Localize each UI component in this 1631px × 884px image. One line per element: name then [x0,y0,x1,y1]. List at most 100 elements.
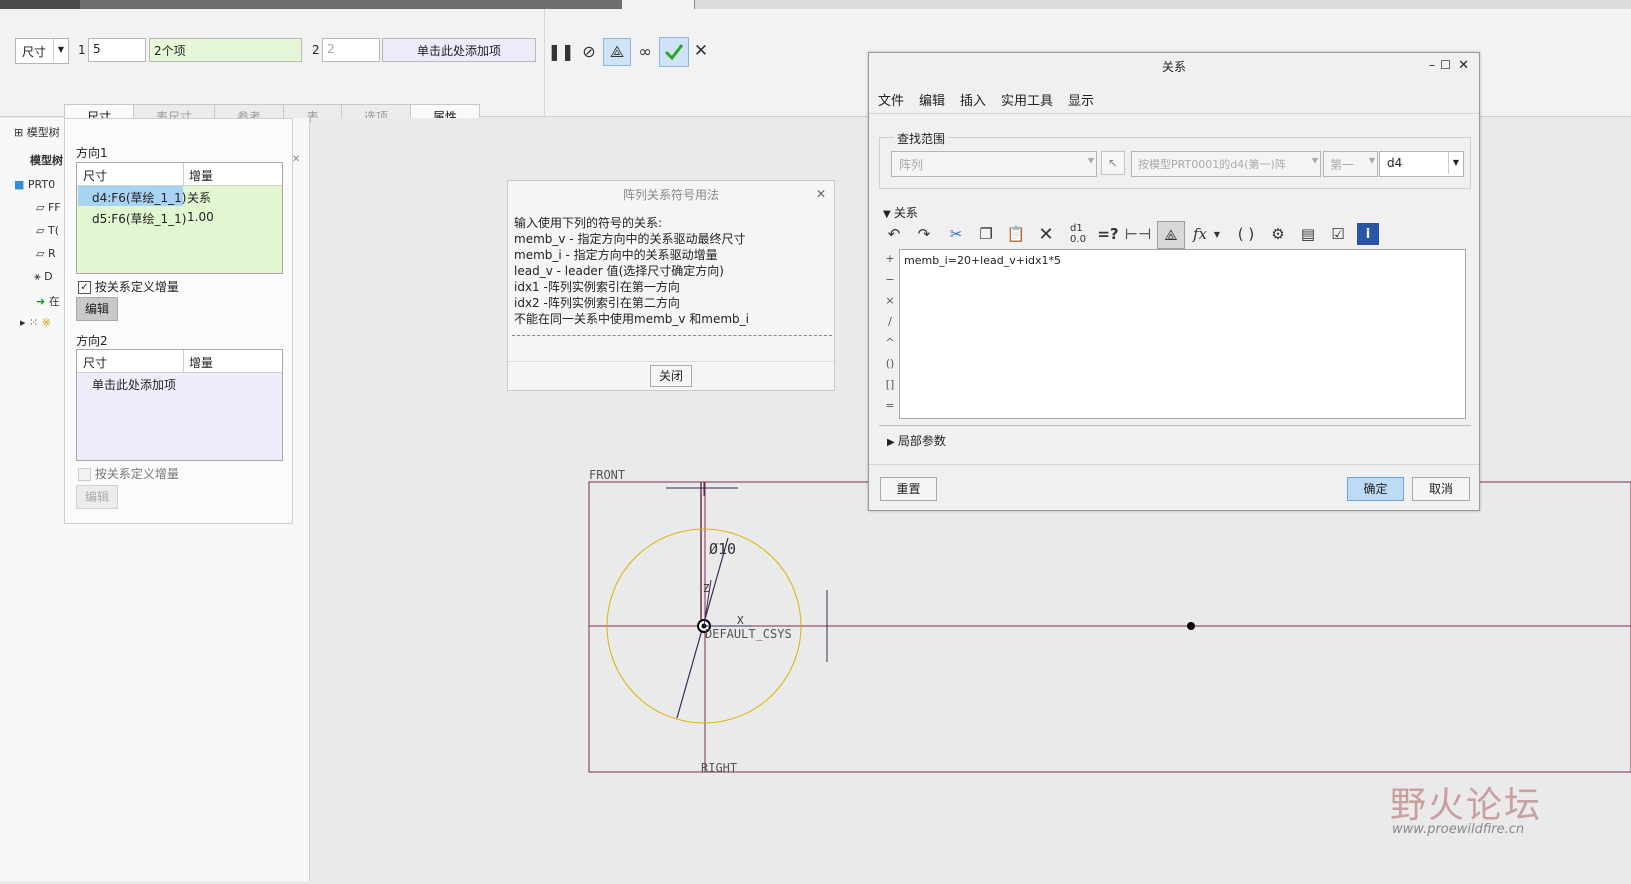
relations-section-header[interactable]: ▼ 关系 [883,204,918,221]
maximize-icon[interactable]: ☐ [1440,58,1451,72]
select-pointer-icon[interactable]: ↖ [1101,151,1125,175]
ribbon-tab[interactable] [216,0,287,9]
function-icon[interactable]: fx [1187,221,1213,247]
verify-mode-icon[interactable]: ⟁ [603,38,631,66]
insert-parens-button[interactable]: () [883,357,897,370]
dim-type-dropdown[interactable]: 尺寸 ▼ [15,38,69,64]
cancel-button[interactable]: 取消 [1412,477,1470,501]
direction2-table[interactable]: 尺寸 增量 单击此处添加项 [76,349,283,461]
relation-text[interactable]: memb_i=20+lead_v+idx1*5 [904,254,1061,267]
menu-utilities[interactable]: 实用工具 [1001,90,1053,109]
minimize-icon[interactable]: – [1429,58,1435,72]
sort-icon[interactable]: ⚙ [1265,221,1291,247]
menu-display[interactable]: 显示 [1068,90,1094,109]
redo-icon[interactable]: ↷ [911,221,937,247]
checkmark-icon[interactable] [659,37,689,67]
ribbon-tab[interactable] [522,0,623,9]
model-tree-title[interactable]: ⊞ 模型树 [14,124,60,140]
collapse-icon[interactable]: ▼ [883,209,894,220]
tree-item-pattern[interactable]: ▸ ⁙ ※ [20,316,51,329]
checkbox-unchecked-icon[interactable] [78,468,91,481]
tree-item-right[interactable]: ▱ R [36,247,56,260]
chevron-down-icon[interactable]: ▼ [1211,221,1223,247]
tree-item-csys[interactable]: ⚹ D [34,270,53,284]
insert-equals-button[interactable]: = [883,399,897,412]
scope-type-dropdown[interactable]: 阵列 ▼ [891,151,1097,177]
chevron-down-icon[interactable]: ▼ [1369,156,1375,165]
show-dims-icon[interactable]: ⟁ [1157,221,1185,249]
scope-model-dropdown[interactable]: 按模型PRT0001的d4(第一)阵 ▼ [1131,151,1321,177]
sketch-point [1187,622,1195,630]
ribbon-tab[interactable] [286,0,355,9]
reset-button[interactable]: 重置 [880,477,937,501]
row-inc-value[interactable]: 关系 [187,189,211,206]
define-by-relation-checkbox-2[interactable]: 按关系定义增量 [78,465,179,482]
insert-multiply-button[interactable]: × [883,294,897,307]
local-params-header[interactable]: ▶ 局部参数 [887,432,946,449]
insert-plus-button[interactable]: + [883,252,897,265]
verify-icon[interactable]: ▤ [1295,221,1321,247]
check-list-icon[interactable]: ☑ [1325,221,1351,247]
menu-file[interactable]: 文件 [878,90,904,109]
table-row[interactable]: d4:F6(草绘_1_1) 关系 [77,186,280,206]
ribbon-tab-active[interactable] [622,0,695,9]
row-inc-value[interactable]: 1.00 [187,210,214,224]
define-by-relation-checkbox-1[interactable]: ✓ 按关系定义增量 [78,278,179,295]
glasses-icon[interactable]: ∞ [632,38,658,64]
evaluate-icon[interactable]: =? [1095,221,1121,247]
panel-close-icon[interactable]: ✕ [292,154,302,174]
expand-icon[interactable]: ▶ [887,437,898,448]
copy-icon[interactable]: ❐ [973,221,999,247]
insert-divide-button[interactable]: / [883,315,897,328]
add-item-placeholder[interactable]: 单击此处添加项 [92,376,176,393]
undo-icon[interactable]: ↶ [881,221,907,247]
scope-direction-dropdown[interactable]: 第一 ▼ [1323,151,1378,177]
chevron-down-icon[interactable]: ▼ [53,39,68,61]
measure-icon[interactable]: ⊢⊣ [1125,221,1151,247]
ribbon-tab[interactable] [354,0,423,9]
info-icon[interactable]: i [1357,223,1379,245]
dir2-count-input[interactable]: 2 [322,38,380,62]
expand-icon[interactable]: ▸ [20,316,29,329]
tree-item-front[interactable]: ▱ FF [36,201,61,214]
chevron-down-icon[interactable]: ▼ [1312,156,1318,165]
close-icon[interactable]: ✕ [816,187,826,201]
menu-edit[interactable]: 编辑 [919,90,945,109]
edit-relation-button-disabled[interactable]: 编辑 [76,485,118,509]
ribbon-tab[interactable] [80,0,149,9]
no-preview-icon[interactable]: ⊘ [576,38,602,64]
chevron-down-icon[interactable]: ▼ [1088,156,1094,165]
scope-dimension-dropdown[interactable]: d4 ▼ [1379,151,1464,177]
close-icon[interactable]: ✕ [1458,58,1469,73]
tree-item-top[interactable]: ▱ T( [36,224,59,237]
divider [869,464,1479,465]
tree-item-insert-here[interactable]: ➜ 在 [36,293,60,309]
ribbon-tab[interactable] [0,0,81,9]
insert-power-button[interactable]: ^ [883,336,897,349]
switch-dim-icon[interactable]: d1 0.0 [1065,221,1091,247]
table-header: 尺寸 增量 [77,163,282,186]
dir1-items-collector[interactable]: 2个项 [149,38,302,62]
tree-item-part[interactable]: ■ PRT0 [14,178,55,191]
pause-icon[interactable]: ❚❚ [548,38,575,64]
ribbon-tab[interactable] [422,0,523,9]
insert-minus-button[interactable]: − [883,273,897,286]
cut-icon[interactable]: ✂ [943,221,969,247]
relations-editor[interactable]: memb_i=20+lead_v+idx1*5 [899,249,1466,419]
brackets-icon[interactable]: ( ) [1233,221,1259,247]
menu-insert[interactable]: 插入 [960,90,986,109]
ribbon-tab[interactable] [148,0,217,9]
paste-icon[interactable]: 📋 [1003,221,1029,247]
close-button[interactable]: 关闭 [650,365,692,387]
dir1-count-input[interactable]: 5 [88,38,146,62]
checkbox-checked-icon[interactable]: ✓ [78,281,91,294]
delete-icon[interactable]: ✕ [1033,221,1059,247]
direction1-table[interactable]: 尺寸 增量 d4:F6(草绘_1_1) 关系 d5:F6(草绘_1_1) 1.0… [76,162,283,274]
chevron-down-icon[interactable]: ▼ [1448,152,1463,174]
dir2-items-collector[interactable]: 单击此处添加项 [382,38,536,62]
table-row[interactable]: d5:F6(草绘_1_1) 1.00 [77,207,280,227]
edit-relation-button[interactable]: 编辑 [76,297,118,321]
ok-button[interactable]: 确定 [1347,477,1404,501]
close-icon[interactable]: ✕ [688,38,714,64]
insert-brackets-button[interactable]: [] [883,378,897,391]
